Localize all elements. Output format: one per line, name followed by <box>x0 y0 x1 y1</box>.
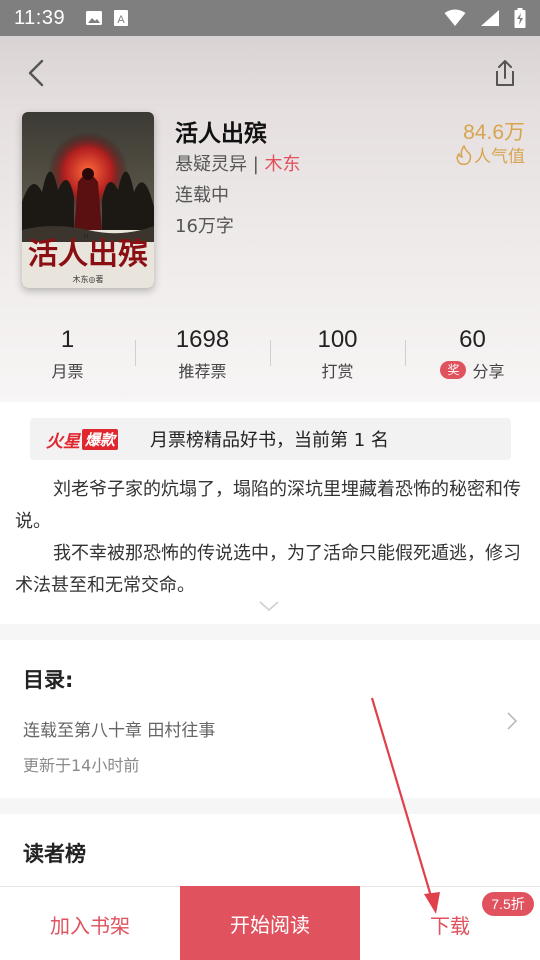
stat-label: 推荐票 <box>178 362 227 381</box>
rank-banner[interactable]: 火星 爆款 月票榜精品好书，当前第 1 名 <box>30 418 511 460</box>
stat-monthly-ticket[interactable]: 1 月票 <box>0 326 135 386</box>
discount-badge: 7.5折 <box>482 892 534 916</box>
reward-badge: 奖 <box>440 361 467 379</box>
book-word-count: 16万字 <box>175 216 234 237</box>
intro-paragraph: 我不幸被那恐怖的传说选中，为了活命只能假死遁逃，修习术法甚至和无常交命。 <box>15 543 521 596</box>
signal-icon <box>481 10 499 26</box>
cover-title: 活人出殡 <box>28 237 148 272</box>
stat-value: 1698 <box>175 326 230 353</box>
intro-card: 火星 爆款 月票榜精品好书，当前第 1 名 刘老爷子家的炕塌了，塌陷的深坑里埋藏… <box>0 402 540 624</box>
share-icon[interactable] <box>488 56 522 90</box>
stat-label: 月票 <box>51 362 84 381</box>
book-cover-art: 活人出殡 木东◎著 H <box>22 112 154 288</box>
flame-icon <box>456 144 472 165</box>
book-status: 连载中 <box>175 185 229 206</box>
stat-share[interactable]: 60 奖 分享 <box>405 326 540 386</box>
book-author[interactable]: 木东 <box>265 154 301 175</box>
book-category-line: 悬疑灵异 | 木东 <box>175 150 301 176</box>
start-reading-button[interactable]: 开始阅读 <box>180 886 360 960</box>
book-title: 活人出殡 <box>175 121 267 147</box>
stat-label: 分享 <box>472 362 505 381</box>
stat-value: 60 <box>459 326 486 353</box>
stat-value: 1 <box>60 326 75 353</box>
chevron-right-icon[interactable] <box>505 710 519 732</box>
category-separator: | <box>247 154 265 175</box>
intro-text[interactable]: 刘老爷子家的炕塌了，塌陷的深坑里埋藏着恐怖的秘密和传说。 我不幸被那恐怖的传说选… <box>15 474 525 602</box>
image-icon <box>86 11 103 25</box>
cover-byline: 木东◎著 <box>73 274 104 284</box>
toc-updated-time: 更新于14小时前 <box>23 756 140 775</box>
stat-recommend-ticket[interactable]: 1698 推荐票 <box>135 326 270 386</box>
book-cover[interactable]: 活人出殡 木东◎著 H <box>22 112 154 288</box>
status-time: 11:39 <box>14 6 66 29</box>
book-header: 活人出殡 木东◎著 H 活人出殡 悬疑灵异 | 木东 连载中 16万字 84.6… <box>0 36 540 402</box>
toc-title: 目录: <box>23 668 74 692</box>
cover-small-mark: H <box>84 234 88 240</box>
popularity-label: 人气值 <box>474 147 525 167</box>
hot-logo-left: 火星 <box>46 431 80 452</box>
stats-row: 1 月票 1698 推荐票 100 打赏 60 奖 分享 <box>0 326 540 386</box>
readers-ranking-card: 读者榜 <box>0 814 540 894</box>
stat-value: 100 <box>317 326 358 353</box>
popularity-label-row: 人气值 <box>456 142 525 167</box>
hot-logo-right: 爆款 <box>82 428 119 450</box>
chevron-down-icon[interactable] <box>258 600 280 612</box>
stat-label: 打赏 <box>321 362 354 381</box>
chevron-left-icon[interactable] <box>20 56 54 90</box>
bottom-action-bar: 加入书架 开始阅读 下载 <box>0 886 540 960</box>
readers-ranking-title: 读者榜 <box>23 842 86 866</box>
text-a-icon: A <box>114 10 129 26</box>
stat-label-row: 奖 分享 <box>440 358 505 382</box>
hot-logo: 火星 爆款 <box>46 426 128 452</box>
intro-paragraph: 刘老爷子家的炕塌了，塌陷的深坑里埋藏着恐怖的秘密和传说。 <box>15 479 521 532</box>
stat-tip[interactable]: 100 打赏 <box>270 326 405 386</box>
rank-text: 月票榜精品好书，当前第 1 名 <box>150 430 389 451</box>
battery-charging-icon <box>514 8 526 28</box>
add-to-shelf-button[interactable]: 加入书架 <box>0 887 180 960</box>
toc-card[interactable]: 目录: 连载至第八十章 田村往事 更新于14小时前 <box>0 640 540 798</box>
status-bar: 11:39 A <box>0 0 540 36</box>
book-category[interactable]: 悬疑灵异 <box>175 154 247 175</box>
svg-text:A: A <box>117 14 125 26</box>
wifi-icon <box>444 9 466 26</box>
toc-latest-chapter: 连载至第八十章 田村往事 <box>23 721 216 741</box>
